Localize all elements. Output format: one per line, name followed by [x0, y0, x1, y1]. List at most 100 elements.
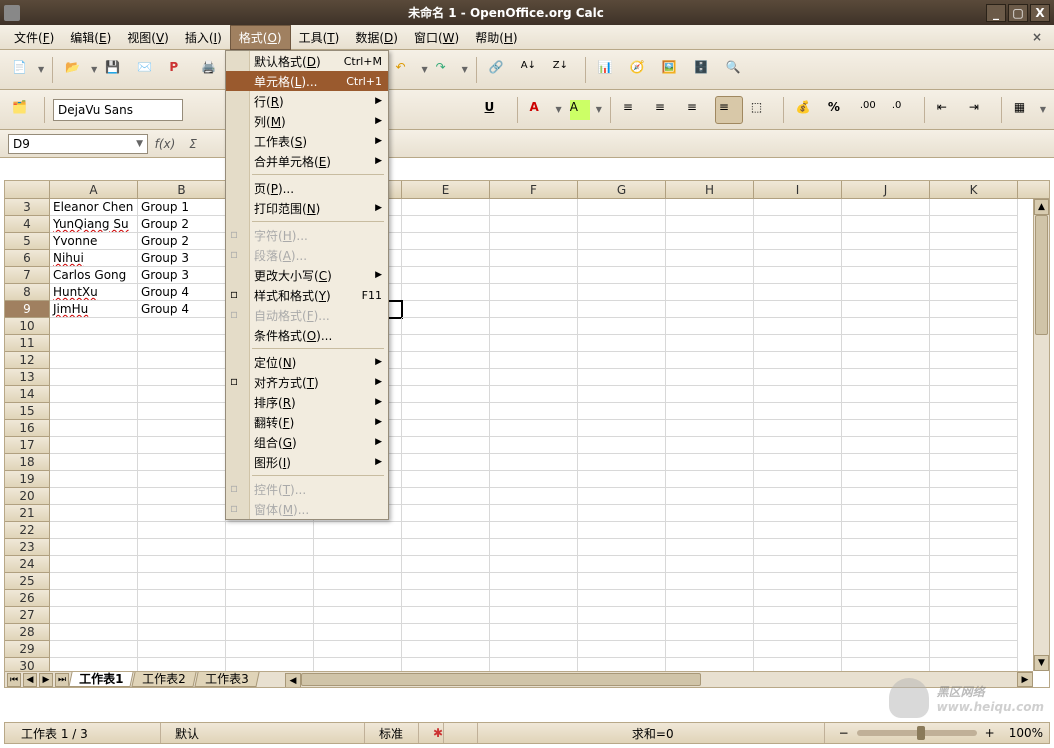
cell[interactable] [666, 590, 754, 607]
maximize-button[interactable]: ▢ [1008, 4, 1028, 22]
cell[interactable] [50, 454, 138, 471]
cell[interactable] [490, 199, 578, 216]
close-button[interactable]: X [1030, 4, 1050, 22]
cell[interactable] [490, 420, 578, 437]
cell[interactable] [578, 624, 666, 641]
cell[interactable] [50, 539, 138, 556]
cell[interactable] [490, 386, 578, 403]
cell[interactable] [138, 573, 226, 590]
cell[interactable] [842, 420, 930, 437]
cell[interactable] [138, 403, 226, 420]
status-sum[interactable]: 求和=0 [482, 723, 825, 743]
format-menu-item[interactable]: 更改大小写(C)▶ [226, 265, 388, 285]
cell[interactable] [402, 607, 490, 624]
cell[interactable] [666, 386, 754, 403]
cell[interactable] [666, 199, 754, 216]
cell[interactable] [314, 556, 402, 573]
tab-last-button[interactable]: ⏭ [55, 673, 69, 687]
cell[interactable] [842, 454, 930, 471]
save-button[interactable]: 💾 [101, 56, 129, 84]
cell[interactable] [666, 250, 754, 267]
cell[interactable] [226, 624, 314, 641]
cell[interactable]: Group 1 [138, 199, 226, 216]
cell[interactable] [50, 573, 138, 590]
format-menu-item[interactable]: 默认格式(D)Ctrl+M [226, 51, 388, 71]
cell[interactable] [842, 216, 930, 233]
cell[interactable] [754, 318, 842, 335]
zoom-button[interactable]: 🔍 [722, 56, 750, 84]
cell[interactable] [314, 624, 402, 641]
cell[interactable] [578, 352, 666, 369]
cell[interactable]: Group 4 [138, 301, 226, 318]
cell[interactable] [226, 539, 314, 556]
cell[interactable] [754, 505, 842, 522]
format-menu-item[interactable]: 图形(I)▶ [226, 452, 388, 472]
cell[interactable] [138, 437, 226, 454]
row-header[interactable]: 18 [5, 454, 50, 471]
currency-button[interactable]: 💰 [792, 96, 820, 124]
cell[interactable] [490, 471, 578, 488]
decrease-indent-button[interactable]: ⇤ [933, 96, 961, 124]
align-center-button[interactable]: ≡ [651, 96, 679, 124]
cell[interactable] [490, 488, 578, 505]
cell[interactable] [754, 573, 842, 590]
cell[interactable] [138, 539, 226, 556]
hscroll-thumb[interactable] [301, 673, 701, 686]
cell[interactable] [842, 284, 930, 301]
cell[interactable] [490, 250, 578, 267]
cell[interactable] [314, 658, 402, 671]
cell[interactable] [578, 590, 666, 607]
scroll-down-button[interactable]: ▼ [1034, 655, 1049, 671]
zoom-slider[interactable]: −+ [829, 723, 1005, 743]
redo-button[interactable]: ↷ [432, 56, 460, 84]
cell[interactable] [666, 352, 754, 369]
align-right-button[interactable]: ≡ [683, 96, 711, 124]
cell[interactable] [754, 590, 842, 607]
cell[interactable] [138, 420, 226, 437]
format-menu-item[interactable]: 排序(R)▶ [226, 392, 388, 412]
cell[interactable] [314, 522, 402, 539]
column-header[interactable]: K [930, 181, 1018, 198]
format-menu-item[interactable]: 页(P)... [226, 178, 388, 198]
status-mode[interactable]: 标准 [369, 723, 419, 743]
cell[interactable] [490, 641, 578, 658]
chart-button[interactable]: 📊 [594, 56, 622, 84]
cell[interactable] [754, 369, 842, 386]
merge-cells-button[interactable]: ⬚ [747, 96, 775, 124]
cell[interactable] [226, 556, 314, 573]
format-menu-item[interactable]: 行(R)▶ [226, 91, 388, 111]
menu-文件[interactable]: 文件(F) [6, 26, 62, 49]
menu-数据[interactable]: 数据(D) [347, 26, 406, 49]
cell[interactable] [490, 284, 578, 301]
cell[interactable] [754, 641, 842, 658]
cell[interactable] [666, 471, 754, 488]
cell[interactable] [314, 573, 402, 590]
cell[interactable] [138, 386, 226, 403]
cell[interactable] [490, 369, 578, 386]
add-decimal-button[interactable]: .00 [856, 96, 884, 124]
cell[interactable] [842, 573, 930, 590]
cell[interactable] [138, 369, 226, 386]
cell[interactable] [666, 318, 754, 335]
cell[interactable] [226, 573, 314, 590]
name-box[interactable]: D9 ▼ [8, 134, 148, 154]
cell[interactable] [138, 641, 226, 658]
row-header[interactable]: 19 [5, 471, 50, 488]
cell[interactable] [490, 522, 578, 539]
cell[interactable] [754, 386, 842, 403]
cell[interactable] [578, 301, 666, 318]
cell[interactable]: Eleanor Chen [50, 199, 138, 216]
column-header[interactable]: I [754, 181, 842, 198]
cell[interactable] [578, 233, 666, 250]
cell[interactable] [754, 420, 842, 437]
vscroll-thumb[interactable] [1035, 215, 1048, 335]
cell[interactable] [666, 233, 754, 250]
email-button[interactable]: ✉️ [133, 56, 161, 84]
underline-button[interactable]: U [481, 96, 509, 124]
cell[interactable] [842, 318, 930, 335]
tab-first-button[interactable]: ⏮ [7, 673, 21, 687]
cell[interactable] [930, 420, 1018, 437]
cell[interactable] [578, 386, 666, 403]
cell[interactable] [666, 607, 754, 624]
cell[interactable] [842, 539, 930, 556]
